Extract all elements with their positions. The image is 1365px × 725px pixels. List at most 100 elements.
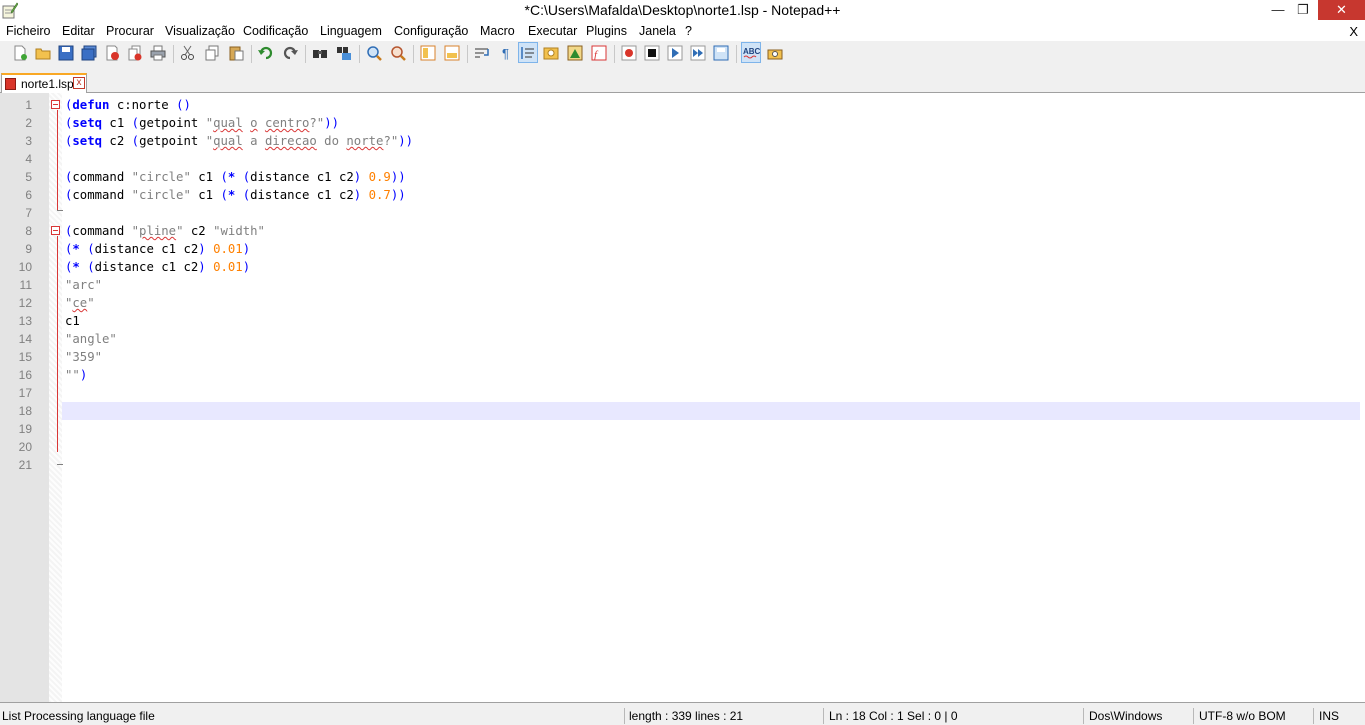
indent-guide-toggle[interactable]: [518, 42, 538, 63]
menu-janela[interactable]: Janela: [639, 24, 676, 38]
code-token: distance c1 c2: [250, 170, 354, 184]
code-line[interactable]: 20: [19, 438, 1360, 456]
doc-map-icon[interactable]: [567, 45, 583, 61]
replace-icon[interactable]: [336, 45, 352, 61]
redo-icon[interactable]: [282, 45, 298, 61]
close-window-button[interactable]: ✕: [1318, 0, 1365, 20]
new-file-icon[interactable]: [12, 45, 28, 61]
menu-macro[interactable]: Macro: [480, 24, 515, 38]
menu-editar[interactable]: Editar: [62, 24, 95, 38]
function-list-icon[interactable]: f: [591, 45, 607, 61]
svg-text:ABC: ABC: [743, 47, 760, 56]
zoom-in-icon[interactable]: [366, 45, 382, 61]
run-macro-multiple-icon[interactable]: [690, 45, 706, 61]
line-text: "angle": [65, 330, 117, 348]
line-number: 13: [18, 314, 32, 328]
copy-icon[interactable]: [204, 45, 220, 61]
tab-close-icon[interactable]: x: [73, 77, 85, 89]
menu-procurar[interactable]: Procurar: [106, 24, 154, 38]
code-line[interactable]: 5 (command "circle" c1 (* (distance c1 c2…: [25, 168, 1360, 186]
code-text[interactable]: 1 (defun c:norte () 2 (setq c1 (getpoint "q…: [19, 96, 1360, 474]
code-line[interactable]: 4: [25, 150, 1360, 168]
undo-icon[interactable]: [258, 45, 274, 61]
code-line[interactable]: 3 (setq c2 (getpoint "qual a direcao do n…: [25, 132, 1360, 150]
code-token: )): [390, 170, 406, 184]
spell-check-toggle[interactable]: ABC: [741, 42, 761, 63]
fold-guide-line: [57, 110, 58, 210]
line-number: 8: [25, 224, 32, 238]
user-language-icon[interactable]: [543, 45, 559, 61]
save-all-icon[interactable]: [81, 45, 97, 61]
plugin-icon[interactable]: [767, 45, 783, 61]
code-line[interactable]: 11 "arc": [20, 276, 1360, 294]
menu-plugins[interactable]: Plugins: [586, 24, 627, 38]
sync-horizontal-icon[interactable]: [444, 45, 460, 61]
code-line[interactable]: 7: [25, 204, 1360, 222]
code-line[interactable]: 13 c1: [19, 312, 1360, 330]
paste-icon[interactable]: [228, 45, 244, 61]
code-token: (: [131, 116, 140, 130]
code-line[interactable]: 8 (command "pline" c2 "width": [25, 222, 1360, 240]
fold-toggle-icon[interactable]: [51, 100, 60, 109]
code-line[interactable]: 14 "angle": [19, 330, 1360, 348]
stop-macro-icon[interactable]: [644, 45, 660, 61]
show-all-chars-icon[interactable]: ¶: [498, 45, 514, 61]
save-macro-icon[interactable]: [713, 45, 729, 61]
tab-norte1-lsp[interactable]: norte1.lsp x: [1, 73, 87, 93]
unsaved-file-icon: [5, 78, 16, 90]
code-line[interactable]: 10 (* (distance c1 c2) 0.01): [19, 258, 1360, 276]
menu-codificacao[interactable]: Codificação: [243, 24, 308, 38]
toolbar-separator: [614, 45, 615, 63]
fold-margin[interactable]: [49, 93, 62, 702]
code-line[interactable]: 15 "359": [19, 348, 1360, 366]
close-all-icon[interactable]: [127, 45, 143, 61]
code-line[interactable]: 2 (setq c1 (getpoint "qual o centro?")): [25, 114, 1360, 132]
print-icon[interactable]: [150, 45, 166, 61]
menu-linguagem[interactable]: Linguagem: [320, 24, 382, 38]
svg-text:¶: ¶: [502, 46, 509, 61]
menu-help[interactable]: ?: [685, 24, 692, 38]
menu-ficheiro[interactable]: Ficheiro: [6, 24, 50, 38]
code-line[interactable]: 16 ""): [19, 366, 1360, 384]
code-line[interactable]: 17: [19, 384, 1360, 402]
menu-configuracao[interactable]: Configuração: [394, 24, 468, 38]
open-file-icon[interactable]: [35, 45, 51, 61]
line-number: 19: [18, 422, 32, 436]
code-line[interactable]: 19: [19, 420, 1360, 438]
sync-vertical-icon[interactable]: [420, 45, 436, 61]
code-line[interactable]: 12 "ce": [19, 294, 1360, 312]
close-icon[interactable]: [104, 45, 120, 61]
word-wrap-icon[interactable]: [474, 45, 490, 61]
play-macro-icon[interactable]: [667, 45, 683, 61]
line-number: 5: [25, 170, 32, 184]
code-line[interactable]: 1 (defun c:norte (): [25, 96, 1360, 114]
menu-executar[interactable]: Executar: [528, 24, 577, 38]
code-token: command: [72, 224, 132, 238]
status-length-lines: length : 339 lines : 21: [629, 709, 744, 723]
save-icon[interactable]: [58, 45, 74, 61]
code-token: distance c1 c2: [94, 260, 199, 274]
record-macro-icon[interactable]: [621, 45, 637, 61]
code-line[interactable]: 18: [19, 402, 1360, 420]
menu-bar: Ficheiro Editar Procurar Visualização Co…: [0, 22, 1365, 41]
status-separator: [823, 708, 824, 724]
find-icon[interactable]: [312, 45, 328, 61]
code-line[interactable]: 6 (command "circle" c1 (* (distance c1 c2…: [25, 186, 1360, 204]
menu-visualizacao[interactable]: Visualização: [165, 24, 235, 38]
code-token: (: [242, 170, 251, 184]
maximize-button[interactable]: ❐: [1286, 0, 1320, 20]
title-bar: *C:\Users\Mafalda\Desktop\norte1.lsp - N…: [0, 0, 1365, 22]
line-text: ""): [65, 366, 87, 384]
code-token: centro: [264, 116, 310, 130]
fold-guide-line: [57, 236, 58, 452]
cut-icon[interactable]: [180, 45, 196, 61]
line-number: 3: [25, 134, 32, 148]
close-document-button[interactable]: X: [1349, 24, 1358, 39]
code-line[interactable]: 21: [19, 456, 1360, 474]
code-token: ): [242, 242, 251, 256]
zoom-out-icon[interactable]: [390, 45, 406, 61]
code-token: setq: [72, 116, 103, 130]
fold-toggle-icon[interactable]: [51, 226, 60, 235]
editor-area[interactable]: 1 (defun c:norte () 2 (setq c1 (getpoint "q…: [0, 93, 1365, 702]
code-line[interactable]: 9 (* (distance c1 c2) 0.01): [25, 240, 1360, 258]
